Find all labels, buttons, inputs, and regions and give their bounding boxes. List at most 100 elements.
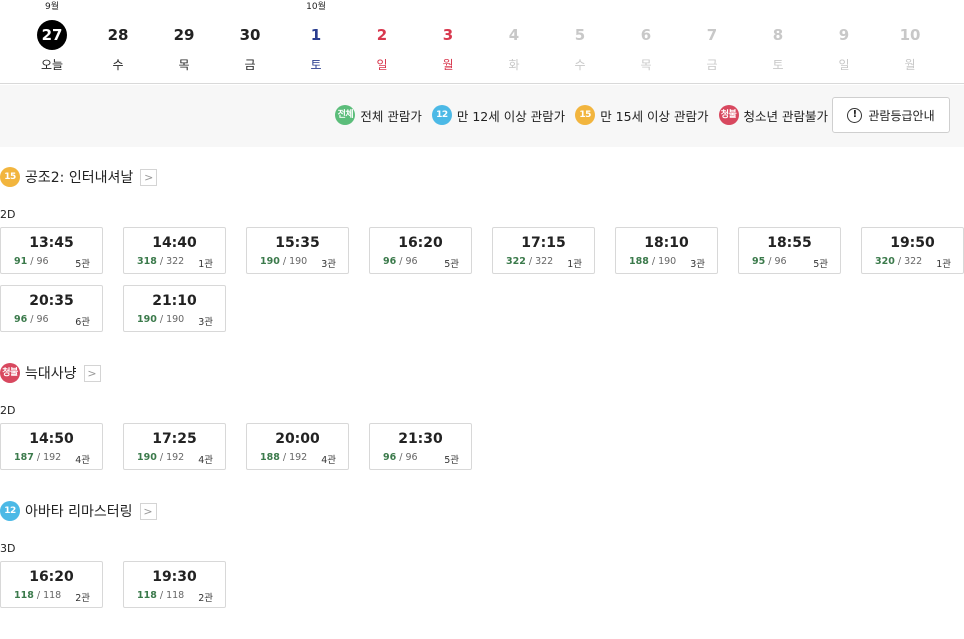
- theater-hall: 2관: [198, 593, 213, 604]
- seats-total: 192: [43, 452, 62, 463]
- date-item[interactable]: 3월: [415, 0, 481, 84]
- date-day-number: 6: [640, 26, 652, 44]
- legend-label: 전체 관람가: [360, 108, 422, 124]
- seats-total: 192: [166, 452, 185, 463]
- seats-remaining: 190: [260, 256, 280, 267]
- date-weekday: 월: [904, 58, 916, 72]
- date-item[interactable]: 10월 1 토: [283, 0, 349, 84]
- seat-availability: 190 / 190: [137, 314, 184, 325]
- date-day-number: 2: [376, 26, 388, 44]
- seats-separator: /: [894, 256, 905, 267]
- showtime-button[interactable]: 14:40 318 / 322 1관: [123, 227, 226, 274]
- showtime-button[interactable]: 17:25 190 / 192 4관: [123, 423, 226, 470]
- showtime-button[interactable]: 17:15 322 / 322 1관: [492, 227, 595, 274]
- seat-availability: 190 / 192: [137, 452, 184, 463]
- showtime-time: 14:40: [152, 235, 197, 251]
- seats-separator: /: [648, 256, 659, 267]
- chevron-right-icon[interactable]: >: [139, 502, 157, 520]
- showtime-time: 16:20: [398, 235, 443, 251]
- seat-availability: 187 / 192: [14, 452, 61, 463]
- theater-hall: 4관: [198, 455, 213, 466]
- seats-total: 190: [658, 256, 677, 267]
- showtime-time: 14:50: [29, 431, 74, 447]
- showtime-time: 18:55: [767, 235, 812, 251]
- legend-item-19: 청불 청소년 관람불가: [718, 105, 828, 125]
- seats-remaining: 318: [137, 256, 157, 267]
- date-item: 4화: [481, 0, 547, 84]
- chevron-right-icon[interactable]: >: [83, 364, 101, 382]
- showtime-button[interactable]: 20:00 188 / 192 4관: [246, 423, 349, 470]
- date-item: 5수: [547, 0, 613, 84]
- rating-guide-label: 관람등급안내: [868, 108, 935, 123]
- date-item[interactable]: 28 수: [85, 0, 151, 84]
- showtime-time: 21:30: [398, 431, 443, 447]
- movie-title[interactable]: 아바타 리마스터링: [25, 501, 133, 521]
- legend-label: 만 12세 이상 관람가: [456, 108, 566, 124]
- date-month: [217, 1, 283, 13]
- movie-title[interactable]: 늑대사냥: [25, 363, 77, 383]
- seat-availability: 320 / 322: [875, 256, 922, 267]
- date-weekday: 일: [838, 58, 850, 72]
- seats-total: 190: [289, 256, 308, 267]
- date-item[interactable]: 9월 27 오늘: [19, 0, 85, 84]
- seat-availability: 190 / 190: [260, 256, 307, 267]
- showtime-button[interactable]: 18:55 95 / 96 5관: [738, 227, 841, 274]
- showtime-button[interactable]: 14:50 187 / 192 4관: [0, 423, 103, 470]
- showtime-time: 19:50: [890, 235, 935, 251]
- showtime-button[interactable]: 16:20 118 / 118 2관: [0, 561, 103, 608]
- rating-badge-icon: 전체: [335, 105, 356, 125]
- movie-format: 3D: [0, 542, 16, 555]
- chevron-right-icon[interactable]: >: [140, 168, 158, 186]
- date-month: [679, 1, 745, 13]
- showtime-time: 13:45: [29, 235, 74, 251]
- seats-total: 118: [166, 590, 185, 601]
- showtime-button[interactable]: 20:35 96 / 96 6관: [0, 285, 103, 332]
- date-month: 10월: [306, 2, 326, 12]
- seats-total: 322: [535, 256, 554, 267]
- showtime-button[interactable]: 16:20 96 / 96 5관: [369, 227, 472, 274]
- seat-availability: 96 / 96: [383, 256, 418, 267]
- date-item: 10 월: [877, 0, 943, 84]
- showtime-time: 20:00: [275, 431, 320, 447]
- date-item: 9일: [811, 0, 877, 84]
- date-weekday: 수: [574, 58, 586, 72]
- seats-remaining: 118: [137, 590, 157, 601]
- seat-availability: 95 / 96: [752, 256, 787, 267]
- rating-badge-icon: 15: [0, 167, 20, 187]
- showtime-button[interactable]: 19:50 320 / 322 1관: [861, 227, 964, 274]
- showtime-time: 17:25: [152, 431, 197, 447]
- date-item[interactable]: 29 목: [151, 0, 217, 84]
- date-item: 8토: [745, 0, 811, 84]
- showtime-button[interactable]: 21:30 96 / 96 5관: [369, 423, 472, 470]
- theater-hall: 4관: [321, 455, 336, 466]
- showtime-time: 20:35: [29, 293, 74, 309]
- date-item: 6목: [613, 0, 679, 84]
- showtime-button[interactable]: 13:45 91 / 96 5관: [0, 227, 103, 274]
- showtime-button[interactable]: 18:10 188 / 190 3관: [615, 227, 718, 274]
- seats-separator: /: [279, 256, 290, 267]
- date-item[interactable]: 2일: [349, 0, 415, 84]
- seats-remaining: 190: [137, 314, 157, 325]
- date-item[interactable]: 30 금: [217, 0, 283, 84]
- showtime-button[interactable]: 19:30 118 / 118 2관: [123, 561, 226, 608]
- theater-hall: 3관: [198, 317, 213, 328]
- showtime-button[interactable]: 21:10 190 / 190 3관: [123, 285, 226, 332]
- seats-remaining: 95: [752, 256, 766, 267]
- rating-guide-button[interactable]: ! 관람등급안내: [832, 97, 950, 133]
- seats-total: 192: [289, 452, 308, 463]
- seats-total: 118: [43, 590, 62, 601]
- seats-total: 96: [405, 256, 418, 267]
- showtime-button[interactable]: 15:35 190 / 190 3관: [246, 227, 349, 274]
- seats-separator: /: [156, 314, 167, 325]
- seats-separator: /: [156, 256, 167, 267]
- movie-title[interactable]: 공조2: 인터내셔날: [25, 167, 133, 187]
- date-month: [877, 1, 943, 13]
- date-day-number: 4: [508, 26, 520, 44]
- rating-badge-icon: 15: [575, 105, 596, 125]
- legend-label: 만 15세 이상 관람가: [600, 108, 709, 124]
- theater-hall: 1관: [567, 259, 582, 270]
- seats-total: 322: [904, 256, 923, 267]
- date-day-number: 3: [442, 26, 454, 44]
- date-item: 7금: [679, 0, 745, 84]
- date-day-number: 7: [706, 26, 718, 44]
